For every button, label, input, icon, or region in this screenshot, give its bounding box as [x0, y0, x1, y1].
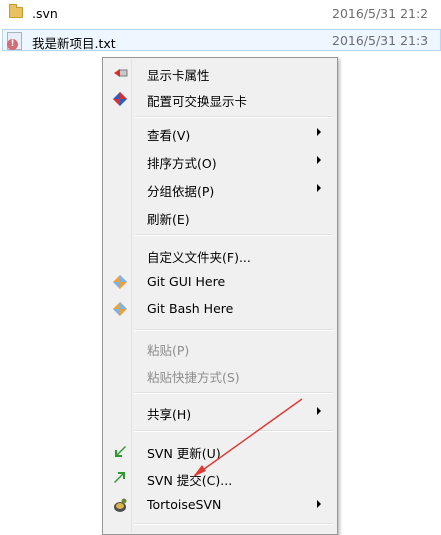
- submenu-arrow-icon: [317, 156, 321, 164]
- switchable-graphics-icon: [113, 92, 127, 106]
- menu-item-switchable-graphics[interactable]: 配置可交换显示卡: [105, 86, 335, 112]
- submenu-arrow-icon: [317, 500, 321, 508]
- menu-item-label: 显示卡属性: [147, 68, 210, 83]
- svn-commit-icon: [114, 472, 125, 483]
- menu-item-label: 刷新(E): [147, 212, 190, 227]
- menu-item-label: TortoiseSVN: [147, 497, 222, 512]
- menu-item-git-gui[interactable]: Git GUI Here: [105, 269, 335, 295]
- file-date: 2016/5/31 21:3: [332, 33, 429, 48]
- menu-separator: [135, 523, 333, 525]
- menu-item-sort-by[interactable]: 排序方式(O): [105, 148, 335, 174]
- menu-item-label: 自定义文件夹(F)...: [147, 250, 251, 265]
- file-date: 2016/5/31 21:2: [332, 6, 429, 21]
- menu-item-label: Git GUI Here: [147, 274, 226, 289]
- svn-update-icon: [115, 446, 126, 457]
- text-file-icon: !: [7, 32, 22, 50]
- submenu-arrow-icon: [317, 184, 321, 192]
- menu-item-svn-update[interactable]: SVN 更新(U): [105, 438, 335, 464]
- menu-item-svn-commit[interactable]: SVN 提交(C)...: [105, 465, 335, 491]
- menu-separator: [135, 430, 333, 432]
- menu-item-customize-folder[interactable]: 自定义文件夹(F)...: [105, 242, 335, 268]
- menu-item-label: 配置可交换显示卡: [147, 94, 248, 109]
- menu-item-paste[interactable]: 粘贴(P): [105, 335, 335, 361]
- menu-item-view[interactable]: 查看(V): [105, 120, 335, 146]
- menu-item-label: Git Bash Here: [147, 301, 234, 316]
- menu-separator: [135, 234, 333, 236]
- submenu-arrow-icon: [317, 407, 321, 415]
- menu-item-display-properties[interactable]: 显示卡属性: [105, 60, 335, 86]
- menu-item-group-by[interactable]: 分组依据(P): [105, 176, 335, 202]
- menu-item-tortoisesvn[interactable]: TortoiseSVN: [105, 492, 335, 518]
- submenu-arrow-icon: [317, 128, 321, 136]
- menu-item-label: SVN 提交(C)...: [147, 473, 233, 488]
- file-name: .svn: [32, 6, 58, 21]
- tortoisesvn-icon: [114, 498, 127, 512]
- menu-item-refresh[interactable]: 刷新(E): [105, 204, 335, 230]
- context-menu: 显示卡属性 配置可交换显示卡 查看(V) 排序方式(O) 分组依据(P) 刷新(…: [102, 57, 338, 535]
- menu-item-label: 粘贴快捷方式(S): [147, 370, 240, 385]
- folder-icon: [9, 4, 23, 18]
- menu-item-git-bash[interactable]: Git Bash Here: [105, 296, 335, 322]
- menu-separator: [135, 116, 333, 118]
- menu-item-share[interactable]: 共享(H): [105, 399, 335, 425]
- menu-item-label: SVN 更新(U): [147, 446, 221, 461]
- git-icon: [113, 302, 127, 316]
- menu-item-paste-shortcut[interactable]: 粘贴快捷方式(S): [105, 362, 335, 388]
- svn-conflict-badge-icon: !: [7, 39, 18, 50]
- menu-item-label: 排序方式(O): [147, 156, 217, 171]
- display-adapter-icon: [114, 69, 128, 77]
- menu-item-label: 分组依据(P): [147, 184, 215, 199]
- file-name: 我是新项目.txt: [32, 36, 116, 51]
- menu-item-label: 查看(V): [147, 128, 191, 143]
- menu-separator: [135, 329, 333, 331]
- menu-item-label: 共享(H): [147, 407, 192, 422]
- menu-separator: [135, 392, 333, 394]
- file-row-svn[interactable]: .svn 2016/5/31 21:2: [0, 2, 441, 24]
- menu-item-label: 粘贴(P): [147, 343, 190, 358]
- git-icon: [113, 275, 127, 289]
- file-row-txt[interactable]: ! 我是新项目.txt 2016/5/31 21:3: [0, 29, 441, 51]
